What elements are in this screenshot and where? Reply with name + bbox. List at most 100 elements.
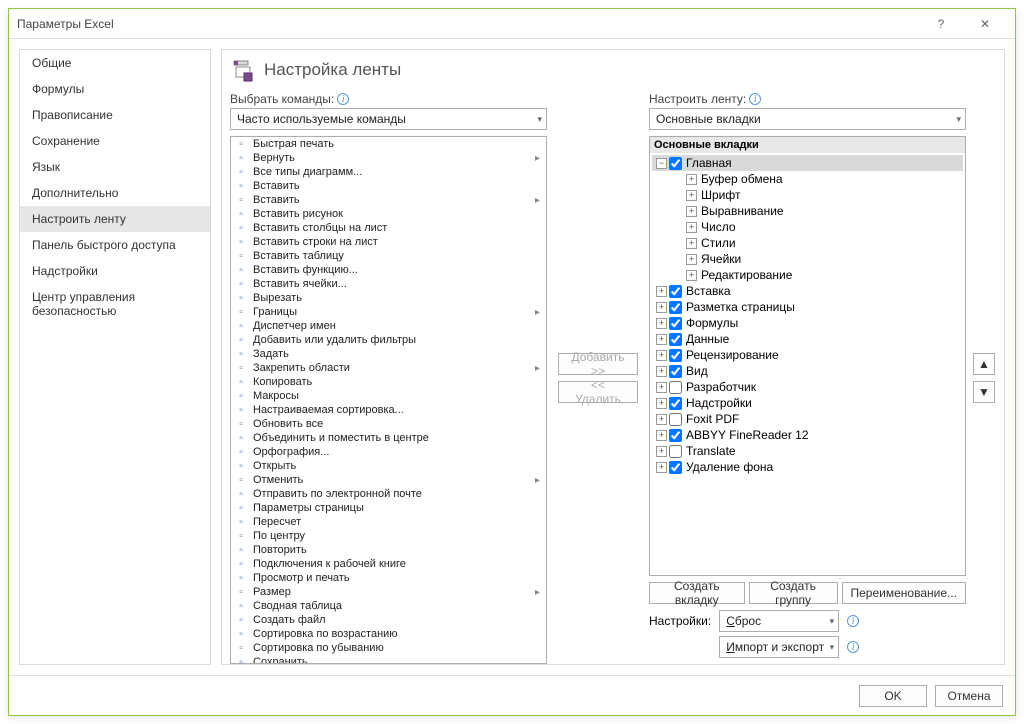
sidebar-item[interactable]: Панель быстрого доступа <box>20 232 210 258</box>
expand-icon[interactable]: + <box>656 398 667 409</box>
expand-icon[interactable]: + <box>686 206 697 217</box>
commands-listbox[interactable]: ▫Быстрая печать▫Вернуть▸▫Все типы диагра… <box>230 136 547 664</box>
expand-icon[interactable]: + <box>686 174 697 185</box>
expand-icon[interactable]: + <box>656 382 667 393</box>
tree-checkbox[interactable] <box>669 365 682 378</box>
expand-icon[interactable]: + <box>656 414 667 425</box>
sidebar-item[interactable]: Надстройки <box>20 258 210 284</box>
tree-checkbox[interactable] <box>669 301 682 314</box>
command-item[interactable]: ▫Макросы <box>231 389 546 403</box>
command-item[interactable]: ▫Быстрая печать <box>231 137 546 151</box>
command-item[interactable]: ▫По центру <box>231 529 546 543</box>
collapse-icon[interactable]: − <box>656 158 667 169</box>
tree-checkbox[interactable] <box>669 285 682 298</box>
help-button[interactable]: ? <box>919 10 963 38</box>
import-export-combo[interactable]: Импорт и экспорт ▾ <box>719 636 839 658</box>
tree-checkbox[interactable] <box>669 333 682 346</box>
command-item[interactable]: ▫Орфография... <box>231 445 546 459</box>
command-item[interactable]: ▫Сохранить <box>231 655 546 663</box>
expand-icon[interactable]: + <box>656 430 667 441</box>
expand-icon[interactable]: + <box>656 350 667 361</box>
tree-row[interactable]: +Рецензирование <box>652 347 963 363</box>
tree-scroll[interactable]: −Главная+Буфер обмена+Шрифт+Выравнивание… <box>650 153 965 575</box>
command-item[interactable]: ▫Вставить▸ <box>231 193 546 207</box>
tree-checkbox[interactable] <box>669 317 682 330</box>
command-item[interactable]: ▫Сортировка по убыванию <box>231 641 546 655</box>
tree-row[interactable]: +Вставка <box>652 283 963 299</box>
expand-icon[interactable]: + <box>686 254 697 265</box>
sidebar-item[interactable]: Общие <box>20 50 210 76</box>
tree-row[interactable]: +Вид <box>652 363 963 379</box>
command-item[interactable]: ▫Параметры страницы <box>231 501 546 515</box>
tree-checkbox[interactable] <box>669 381 682 394</box>
command-item[interactable]: ▫Создать файл <box>231 613 546 627</box>
tree-row[interactable]: +Разработчик <box>652 379 963 395</box>
tree-checkbox[interactable] <box>669 349 682 362</box>
command-item[interactable]: ▫Пересчет <box>231 515 546 529</box>
sidebar-item[interactable]: Язык <box>20 154 210 180</box>
expand-icon[interactable]: + <box>686 190 697 201</box>
command-item[interactable]: ▫Копировать <box>231 375 546 389</box>
command-item[interactable]: ▫Вставить таблицу <box>231 249 546 263</box>
expand-icon[interactable]: + <box>686 222 697 233</box>
tree-checkbox[interactable] <box>669 445 682 458</box>
reset-combo[interactable]: Сброс ▾ <box>719 610 839 632</box>
command-item[interactable]: ▫Сортировка по возрастанию <box>231 627 546 641</box>
tree-row[interactable]: +Число <box>652 219 963 235</box>
expand-icon[interactable]: + <box>656 334 667 345</box>
info-icon[interactable]: i <box>847 615 859 627</box>
command-item[interactable]: ▫Закрепить области▸ <box>231 361 546 375</box>
tree-checkbox[interactable] <box>669 429 682 442</box>
tree-checkbox[interactable] <box>669 397 682 410</box>
command-item[interactable]: ▫Все типы диаграмм... <box>231 165 546 179</box>
expand-icon[interactable]: + <box>656 302 667 313</box>
command-item[interactable]: ▫Объединить и поместить в центре <box>231 431 546 445</box>
command-item[interactable]: ▫Границы▸ <box>231 305 546 319</box>
tree-row[interactable]: +Буфер обмена <box>652 171 963 187</box>
command-item[interactable]: ▫Открыть <box>231 459 546 473</box>
sidebar-item[interactable]: Сохранение <box>20 128 210 154</box>
command-item[interactable]: ▫Подключения к рабочей книге <box>231 557 546 571</box>
info-icon[interactable]: i <box>749 93 761 105</box>
expand-icon[interactable]: + <box>686 270 697 281</box>
command-item[interactable]: ▫Отправить по электронной почте <box>231 487 546 501</box>
expand-icon[interactable]: + <box>656 446 667 457</box>
move-down-button[interactable]: ▼ <box>973 381 995 403</box>
command-item[interactable]: ▫Вставить рисунок <box>231 207 546 221</box>
tree-row[interactable]: +Данные <box>652 331 963 347</box>
tree-row[interactable]: +Редактирование <box>652 267 963 283</box>
command-item[interactable]: ▫Отменить▸ <box>231 473 546 487</box>
expand-icon[interactable]: + <box>656 366 667 377</box>
tree-row[interactable]: +Выравнивание <box>652 203 963 219</box>
tree-row[interactable]: +Надстройки <box>652 395 963 411</box>
ribbon-target-combo[interactable]: Основные вкладки ▾ <box>649 108 966 130</box>
cancel-button[interactable]: Отмена <box>935 685 1003 707</box>
expand-icon[interactable]: + <box>656 318 667 329</box>
commands-source-combo[interactable]: Часто используемые команды ▾ <box>230 108 547 130</box>
command-item[interactable]: ▫Вставить строки на лист <box>231 235 546 249</box>
tree-row[interactable]: +Шрифт <box>652 187 963 203</box>
tree-row[interactable]: +Ячейки <box>652 251 963 267</box>
command-item[interactable]: ▫Вставить ячейки... <box>231 277 546 291</box>
rename-button[interactable]: Переименование... <box>842 582 967 604</box>
command-item[interactable]: ▫Сводная таблица <box>231 599 546 613</box>
tree-checkbox[interactable] <box>669 157 682 170</box>
move-up-button[interactable]: ▲ <box>973 353 995 375</box>
sidebar-item[interactable]: Центр управления безопасностью <box>20 284 210 324</box>
command-item[interactable]: ▫Вставить функцию... <box>231 263 546 277</box>
ok-button[interactable]: OK <box>859 685 927 707</box>
tree-row[interactable]: +Foxit PDF <box>652 411 963 427</box>
command-item[interactable]: ▫Задать <box>231 347 546 361</box>
command-item[interactable]: ▫Настраиваемая сортировка... <box>231 403 546 417</box>
expand-icon[interactable]: + <box>656 462 667 473</box>
tree-row[interactable]: +Формулы <box>652 315 963 331</box>
add-button[interactable]: Добавить >> <box>558 353 638 375</box>
remove-button[interactable]: << Удалить <box>558 381 638 403</box>
info-icon[interactable]: i <box>847 641 859 653</box>
tree-row[interactable]: +Translate <box>652 443 963 459</box>
new-tab-button[interactable]: Создать вкладку <box>649 582 745 604</box>
command-item[interactable]: ▫Вставить <box>231 179 546 193</box>
new-group-button[interactable]: Создать группу <box>749 582 838 604</box>
tree-row[interactable]: +Удаление фона <box>652 459 963 475</box>
tree-row[interactable]: −Главная <box>652 155 963 171</box>
